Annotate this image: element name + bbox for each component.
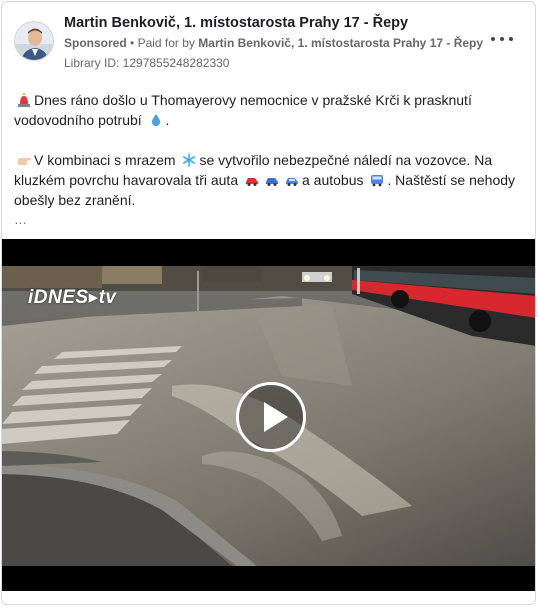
siren-emoji-icon bbox=[18, 93, 30, 107]
snowflake-emoji-icon bbox=[183, 153, 196, 167]
droplet-emoji-icon bbox=[151, 114, 160, 126]
library-id: Library ID: 1297855248282330 bbox=[64, 56, 230, 70]
author-avatar[interactable] bbox=[14, 21, 54, 61]
paragraph-1-text: Dnes ráno došlo u Thomayerovy nemocnice … bbox=[14, 92, 472, 128]
sponsored-line: Sponsored • Paid for by Martin Benkovič,… bbox=[64, 36, 483, 50]
paid-for-name[interactable]: Martin Benkovič, 1. místostarosta Prahy … bbox=[198, 36, 483, 50]
post-header: Martin Benkovič, 1. místostarosta Prahy … bbox=[2, 2, 535, 82]
pointing-hand-emoji-icon bbox=[18, 158, 31, 165]
meta-separator: • bbox=[130, 36, 135, 50]
sponsored-post-card: Martin Benkovič, 1. místostarosta Prahy … bbox=[1, 1, 536, 605]
author-name[interactable]: Martin Benkovič, 1. místostarosta Prahy … bbox=[64, 15, 408, 31]
more-options-icon[interactable] bbox=[491, 30, 513, 48]
sponsored-label[interactable]: Sponsored bbox=[64, 36, 127, 50]
video-watermark: iDNES▸tv bbox=[28, 287, 117, 308]
see-more-link[interactable]: … bbox=[14, 210, 526, 230]
play-icon[interactable] bbox=[236, 382, 306, 452]
post-text: Dnes ráno došlo u Thomayerovy nemocnice … bbox=[14, 90, 526, 230]
paragraph-2: V kombinaci s mrazem se vytvořilo nebezp… bbox=[14, 150, 526, 210]
paragraph-2a: V kombinaci s mrazem bbox=[34, 152, 176, 168]
car-emoji-icon bbox=[266, 178, 278, 186]
paid-for-label: Paid for by bbox=[137, 36, 195, 50]
paragraph-1: Dnes ráno došlo u Thomayerovy nemocnice … bbox=[14, 90, 526, 130]
car-emoji-icon bbox=[286, 178, 298, 186]
bus-emoji-icon bbox=[371, 175, 384, 187]
paragraph-2c: a autobus bbox=[302, 172, 364, 188]
period: . bbox=[165, 112, 170, 128]
car-emoji-icon bbox=[246, 178, 258, 186]
